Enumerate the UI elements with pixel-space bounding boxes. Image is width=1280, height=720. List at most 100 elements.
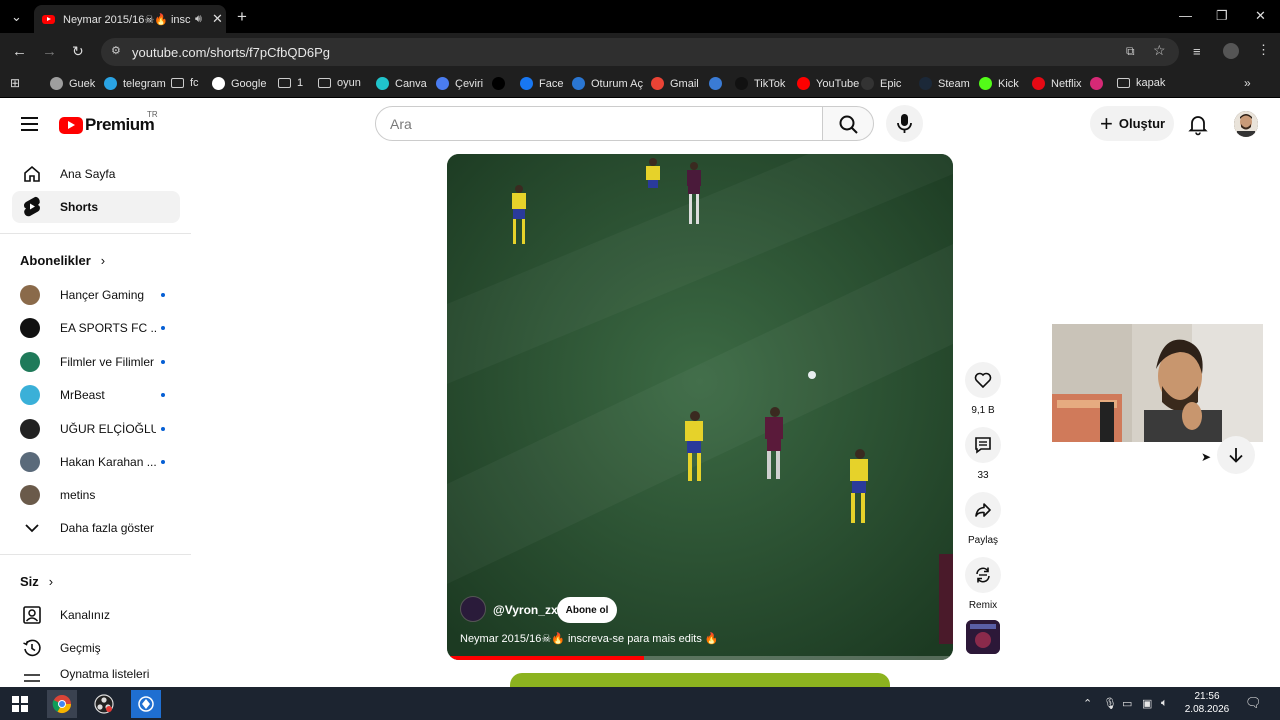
youtube-premium-logo[interactable]: Premium TR <box>59 110 158 135</box>
subscriptions-title: Abonelikler <box>20 253 91 268</box>
voice-search-button[interactable] <box>886 105 923 142</box>
next-short-preview[interactable] <box>510 673 890 687</box>
bookmark-item[interactable]: fc <box>171 77 199 89</box>
maximize-icon[interactable]: ❐ <box>1216 8 1228 24</box>
profile-icon[interactable] <box>1223 43 1239 59</box>
bookmark-item[interactable]: oyun <box>318 77 361 89</box>
bookmark-item[interactable]: Steam <box>919 77 970 90</box>
bookmark-item[interactable] <box>492 77 511 90</box>
address-bar[interactable]: ⚙ youtube.com/shorts/f7pCfbQD6Pg ⧉ ☆ <box>101 38 1179 66</box>
channel-avatar[interactable] <box>460 596 486 622</box>
bookmark-item[interactable]: 1 <box>278 77 303 89</box>
bookmark-item[interactable]: Guek <box>50 77 95 90</box>
tab-close-icon[interactable]: ✕ <box>212 11 223 27</box>
create-button[interactable]: + Oluştur <box>1090 106 1174 141</box>
sidebar-item-playlists[interactable]: Oynatma listeleri <box>12 665 180 687</box>
battery-tray-icon[interactable]: ▭ <box>1122 697 1132 710</box>
bookmark-item[interactable]: Canva <box>376 77 427 90</box>
bookmark-item[interactable] <box>1090 77 1109 90</box>
bookmark-item[interactable]: YouTube <box>797 77 859 90</box>
tab-search-icon[interactable]: ⌄ <box>11 9 22 25</box>
share-button[interactable] <box>965 492 1001 528</box>
bookmark-label: Oturum Aç <box>591 77 643 90</box>
bookmark-favicon-icon <box>436 77 449 90</box>
bookmark-label: telegram <box>123 77 166 90</box>
notification-center-icon[interactable]: 🗨︎ <box>1245 695 1262 711</box>
speaker-icon[interactable]: 🔊︎ <box>195 13 202 26</box>
bookmark-item[interactable] <box>709 77 728 90</box>
search-input[interactable] <box>376 107 776 140</box>
bookmark-item[interactable]: Oturum Aç <box>572 77 643 90</box>
new-tab-icon[interactable]: + <box>237 7 247 27</box>
bookmark-star-icon[interactable]: ☆ <box>1153 42 1166 59</box>
shorts-video-player[interactable]: @Vyron_zx Abone ol Neymar 2015/16☠🔥 insc… <box>447 154 953 660</box>
bookmark-item[interactable]: kapak <box>1117 77 1165 89</box>
reload-icon[interactable]: ↻ <box>72 43 84 60</box>
bookmark-item[interactable]: Çeviri <box>436 77 483 90</box>
subscription-item[interactable]: Hançer Gaming <box>12 279 180 311</box>
like-button[interactable] <box>965 362 1001 398</box>
bookmark-item[interactable]: Netflix <box>1032 77 1082 90</box>
network-tray-icon[interactable]: ▣ <box>1142 697 1152 710</box>
sound-thumbnail[interactable] <box>966 620 1000 654</box>
bookmark-favicon-icon <box>520 77 533 90</box>
tray-overflow-icon[interactable]: ⌃ <box>1083 697 1092 710</box>
search-box[interactable] <box>375 106 823 141</box>
chrome-taskbar-icon[interactable] <box>47 690 77 718</box>
window-close-icon[interactable]: ✕ <box>1255 8 1266 24</box>
you-header[interactable]: Siz › <box>20 574 53 589</box>
sidebar-item-home[interactable]: Ana Sayfa <box>12 158 180 190</box>
bookmark-item[interactable]: telegram <box>104 77 166 90</box>
video-progress-bar[interactable] <box>447 656 953 660</box>
browser-menu-icon[interactable]: ⋮ <box>1257 42 1270 58</box>
minimize-icon[interactable]: — <box>1179 8 1192 23</box>
apps-grid-icon[interactable]: ⊞ <box>10 76 20 90</box>
back-icon[interactable]: ← <box>12 43 27 60</box>
subscriptions-header[interactable]: Abonelikler › <box>20 253 105 268</box>
subscription-item[interactable]: Filmler ve Filimler <box>12 346 180 378</box>
bookmark-item[interactable]: Gmail <box>651 77 699 90</box>
url-text: youtube.com/shorts/f7pCfbQD6Pg <box>132 45 330 60</box>
folder-icon <box>171 78 184 88</box>
short-title[interactable]: Neymar 2015/16☠🔥 inscreva-se para mais e… <box>460 632 719 645</box>
sidebar-item-label: Oynatma listeleri <box>60 667 150 681</box>
sidebar-item-history[interactable]: Geçmiş <box>12 632 180 664</box>
subscription-item[interactable]: MrBeast <box>12 379 180 411</box>
sidebar-item-label: Shorts <box>60 200 99 214</box>
notifications-bell-icon[interactable] <box>1186 112 1210 136</box>
app-taskbar-icon[interactable] <box>131 690 161 718</box>
remix-button[interactable] <box>965 557 1001 593</box>
account-avatar[interactable] <box>1234 111 1258 137</box>
bookmark-item[interactable]: Kick <box>979 77 1019 90</box>
volume-tray-icon[interactable]: 🔈︎ <box>1161 697 1168 710</box>
subscription-item[interactable]: EA SPORTS FC ... <box>12 312 180 344</box>
channel-handle[interactable]: @Vyron_zx <box>493 603 558 617</box>
sidebar-item-your-channel[interactable]: Kanalınız <box>12 599 180 631</box>
show-more-button[interactable]: Daha fazla göster <box>12 512 180 544</box>
more-bookmarks-icon[interactable]: » <box>1244 76 1251 90</box>
sidebar-item-shorts[interactable]: Shorts <box>12 191 180 223</box>
hamburger-menu-icon[interactable] <box>21 117 38 131</box>
plus-icon: + <box>1100 110 1113 136</box>
subscribe-button[interactable]: Abone ol <box>557 597 617 623</box>
bookmark-label: Canva <box>395 77 427 90</box>
obs-taskbar-icon[interactable] <box>89 690 119 718</box>
subscription-item[interactable]: metins <box>12 479 180 511</box>
windows-start-icon[interactable] <box>5 690 35 718</box>
next-short-button[interactable] <box>1217 436 1255 474</box>
subscription-item[interactable]: Hakan Karahan ... <box>12 446 180 478</box>
bookmark-item[interactable]: Face <box>520 77 563 90</box>
microphone-tray-icon[interactable]: 🎙︎ <box>1103 697 1117 710</box>
bookmark-item[interactable]: Google <box>212 77 266 90</box>
browser-tab[interactable]: Neymar 2015/16☠🔥 inscre 🔊︎ ✕ <box>34 5 226 33</box>
search-button[interactable] <box>822 106 874 141</box>
subscription-item[interactable]: UĞUR ELÇİOĞLU... <box>12 413 180 445</box>
site-info-icon[interactable]: ⚙ <box>111 44 123 58</box>
comments-button[interactable] <box>965 427 1001 463</box>
bookmark-item[interactable]: Epic <box>861 77 901 90</box>
install-app-icon[interactable]: ⧉ <box>1126 44 1135 59</box>
taskbar-clock[interactable]: 21:56 2.08.2026 <box>1183 690 1231 716</box>
forward-icon[interactable]: → <box>42 43 57 60</box>
media-control-icon[interactable]: ≡ <box>1193 44 1201 59</box>
bookmark-item[interactable]: TikTok <box>735 77 785 90</box>
